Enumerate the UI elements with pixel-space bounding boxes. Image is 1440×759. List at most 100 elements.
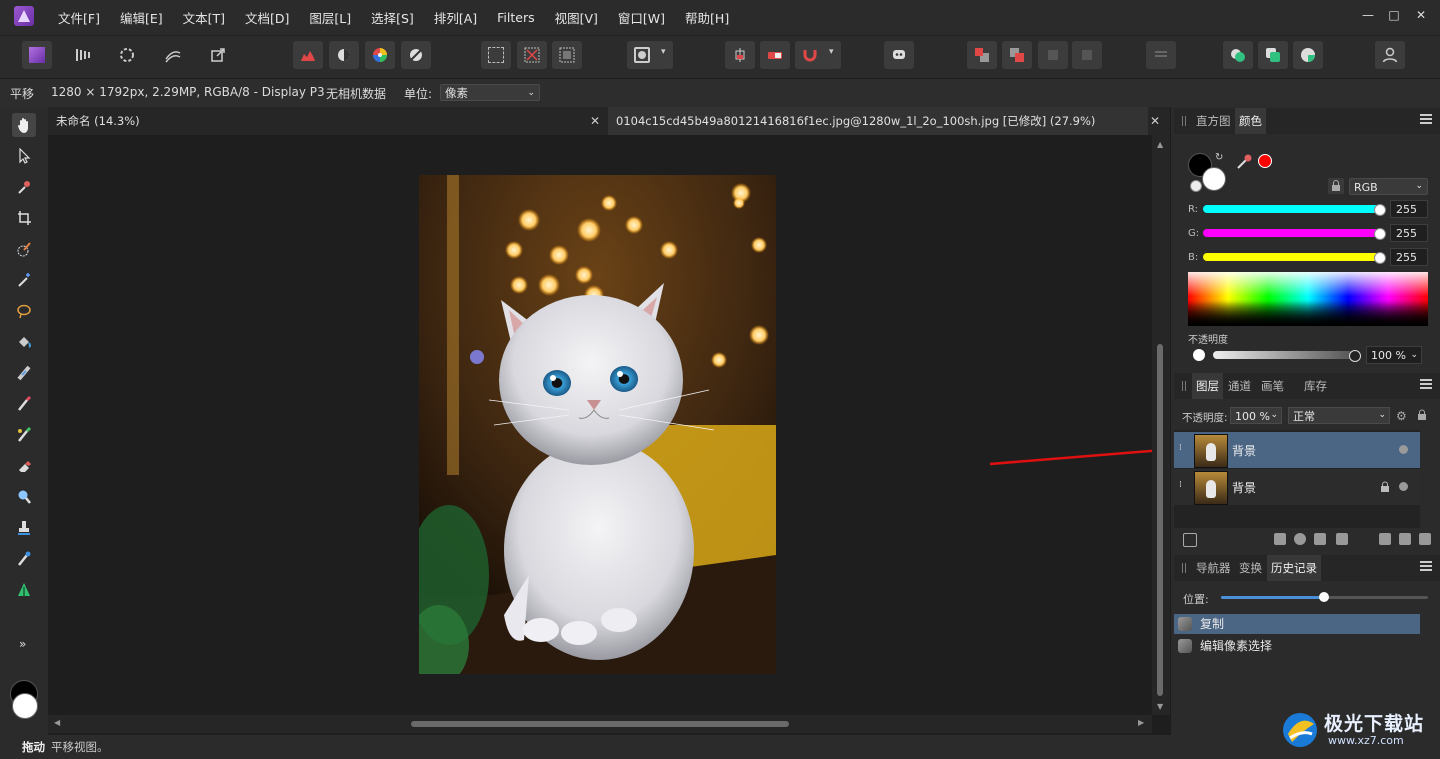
layer-row-selected[interactable]: ⁞ 背景 (1174, 432, 1420, 468)
mask-layer-icon[interactable] (1274, 533, 1286, 545)
more-tools-button[interactable]: » (19, 637, 26, 651)
move-to-front-button[interactable] (1072, 41, 1102, 69)
liquify-persona-button[interactable] (68, 41, 98, 69)
layer-visible-dot[interactable] (1399, 482, 1408, 491)
flood-fill-tool[interactable] (12, 330, 36, 354)
menu-layer[interactable]: 图层[L] (299, 8, 361, 27)
lock-layer-icon[interactable] (1417, 409, 1427, 421)
green-channel-knob[interactable] (1374, 228, 1386, 240)
menu-view[interactable]: 视图[V] (545, 8, 608, 27)
tab-histogram[interactable]: 直方图 (1192, 108, 1235, 134)
tab-brushes[interactable]: 画笔 (1257, 373, 1288, 399)
panel-menu-icon[interactable] (1420, 114, 1432, 124)
invert-selection-button[interactable] (552, 41, 582, 69)
green-channel-slider[interactable] (1203, 229, 1385, 237)
move-forward-one-button[interactable] (1038, 41, 1068, 69)
document-tab-untitled[interactable]: 未命名 (14.3%) (48, 107, 608, 135)
document-image[interactable] (419, 175, 776, 674)
history-entry-selected[interactable]: 复制 (1174, 614, 1420, 634)
lock-icon[interactable] (1328, 178, 1344, 194)
tab-transform[interactable]: 变换 (1235, 555, 1266, 581)
scroll-left-icon[interactable]: ◀ (54, 718, 60, 727)
deselect-button[interactable] (517, 41, 547, 69)
layer-options-icon[interactable] (1183, 533, 1197, 547)
app-logo[interactable] (14, 6, 34, 26)
auto-contrast-button[interactable] (329, 41, 359, 69)
color-picker-tool[interactable] (12, 175, 36, 199)
new-group-icon[interactable] (1379, 533, 1391, 545)
quick-mask-button[interactable]: ▾ (627, 41, 673, 69)
panel-grip-icon[interactable] (1182, 563, 1186, 573)
levels-button[interactable] (293, 41, 323, 69)
history-position-knob[interactable] (1319, 592, 1329, 602)
vertical-scroll-thumb[interactable] (1157, 344, 1163, 696)
color-replacement-tool[interactable] (12, 423, 36, 447)
tab-layers[interactable]: 图层 (1192, 373, 1223, 399)
close-tab-icon[interactable]: ✕ (1150, 107, 1160, 135)
view-tool[interactable] (12, 113, 36, 137)
layer-visibility-icon[interactable]: ⁞ (1179, 443, 1182, 453)
menu-edit[interactable]: 编辑[E] (110, 8, 173, 27)
selection-brush-tool[interactable] (12, 237, 36, 261)
maximize-button[interactable]: □ (1384, 8, 1404, 26)
snapping-magnet-button[interactable]: ▾ (795, 41, 841, 69)
layer-locked-icon[interactable] (1380, 481, 1390, 493)
move-to-back-button[interactable] (967, 41, 997, 69)
close-tab-icon[interactable]: ✕ (590, 107, 600, 135)
assistant-button[interactable] (884, 41, 914, 69)
blue-channel-slider[interactable] (1203, 253, 1385, 261)
panel-menu-icon[interactable] (1420, 379, 1432, 389)
clone-brush-tool[interactable] (12, 516, 36, 540)
camera-data-button[interactable]: 无相机数据 (326, 85, 386, 102)
boolean-add-button[interactable] (1223, 41, 1253, 69)
color-picker-icon[interactable] (1236, 152, 1254, 170)
opacity-slider[interactable] (1213, 351, 1353, 359)
gradient-tool[interactable] (12, 361, 36, 385)
account-button[interactable] (1375, 41, 1405, 69)
secondary-color-swatch[interactable] (12, 693, 38, 719)
red-channel-knob[interactable] (1374, 204, 1386, 216)
scroll-up-icon[interactable]: ▲ (1157, 140, 1163, 149)
live-filter-icon[interactable] (1314, 533, 1326, 545)
menu-select[interactable]: 选择[S] (361, 8, 424, 27)
swap-colors-icon[interactable]: ↻ (1215, 152, 1223, 163)
dodge-tool[interactable] (12, 485, 36, 509)
layer-visible-dot[interactable] (1399, 445, 1408, 454)
snapping-toggle-button[interactable] (760, 41, 790, 69)
menu-filters[interactable]: Filters (487, 10, 544, 25)
menu-file[interactable]: 文件[F] (48, 8, 110, 27)
red-channel-value[interactable]: 255 (1390, 200, 1428, 218)
document-tab-photo[interactable]: 0104c15cd45b49a80121416816f1ec.jpg@1280w… (608, 107, 1148, 135)
opacity-value-field[interactable]: 100 % ⌄ (1366, 346, 1422, 364)
blue-channel-value[interactable]: 255 (1390, 248, 1428, 266)
scroll-right-icon[interactable]: ▶ (1138, 718, 1144, 727)
tab-channels[interactable]: 通道 (1224, 373, 1255, 399)
unit-select[interactable]: 像素 ⌄ (440, 84, 540, 101)
history-entry[interactable]: 编辑像素选择 (1174, 636, 1420, 656)
auto-white-balance-button[interactable] (401, 41, 431, 69)
opacity-knob[interactable] (1349, 350, 1361, 362)
trash-icon[interactable] (1419, 533, 1431, 545)
select-all-button[interactable] (481, 41, 511, 69)
layer-opacity-select[interactable]: 100 % ⌄ (1230, 407, 1282, 424)
blend-mode-select[interactable]: 正常 ⌄ (1288, 407, 1390, 424)
adjustment-icon[interactable] (1294, 533, 1306, 545)
paint-brush-tool[interactable] (12, 392, 36, 416)
panel-grip-icon[interactable] (1182, 116, 1186, 126)
tab-stock[interactable]: 库存 (1300, 373, 1331, 399)
color-spectrum[interactable] (1188, 272, 1428, 326)
flood-select-tool[interactable] (12, 268, 36, 292)
fx-icon[interactable] (1336, 533, 1348, 545)
move-tool[interactable] (12, 144, 36, 168)
blue-channel-knob[interactable] (1374, 252, 1386, 264)
scroll-down-icon[interactable]: ▼ (1157, 702, 1163, 711)
new-layer-icon[interactable] (1399, 533, 1411, 545)
panel-menu-icon[interactable] (1420, 561, 1432, 571)
erase-tool[interactable] (12, 454, 36, 478)
crop-tool[interactable] (12, 206, 36, 230)
horizontal-scroll-thumb[interactable] (411, 721, 789, 727)
snapping-grid-button[interactable] (725, 41, 755, 69)
red-channel-slider[interactable] (1203, 205, 1385, 213)
menu-text[interactable]: 文本[T] (173, 8, 235, 27)
tone-mapping-persona-button[interactable] (158, 41, 188, 69)
